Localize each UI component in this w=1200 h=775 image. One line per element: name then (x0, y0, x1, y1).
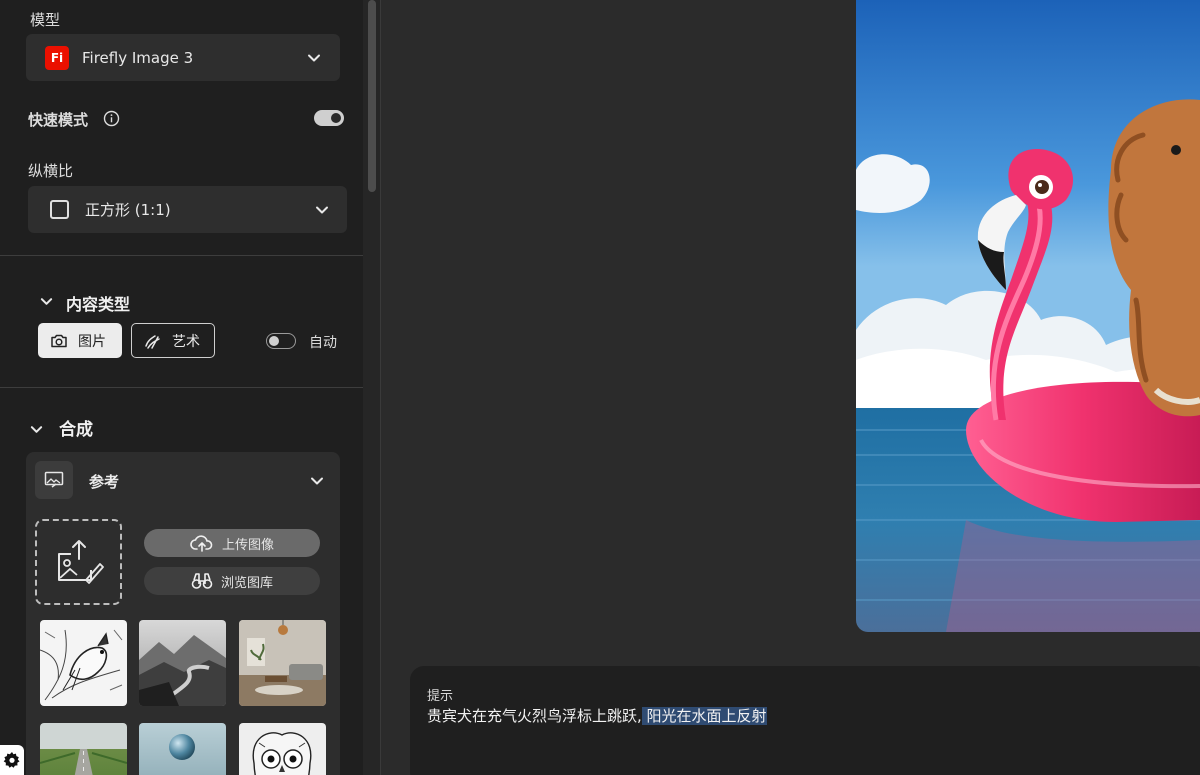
chevron-down-icon[interactable] (30, 423, 43, 436)
firefly-logo-icon: Fi (45, 45, 69, 70)
thumbnail-owl-sketch[interactable] (239, 723, 326, 775)
divider (0, 387, 363, 388)
aspect-ratio-label: 纵横比 (28, 162, 74, 180)
prompt-panel: 提示 贵宾犬在充气火烈鸟浮标上跳跃, 阳光在水面上反射 (410, 666, 1200, 775)
chevron-down-icon (308, 54, 320, 62)
sidebar: 模型 Fi Firefly Image 3 快速模式 纵横比 正方形 (1:1)… (0, 0, 363, 775)
toggle-knob (331, 113, 341, 123)
auto-toggle[interactable] (266, 333, 296, 349)
chevron-down-icon[interactable] (40, 295, 53, 308)
browse-gallery-label: 浏览图库 (220, 575, 273, 591)
upload-image-button[interactable]: 上传图像 (144, 529, 320, 557)
sidebar-scrollbar[interactable] (363, 0, 381, 775)
info-icon[interactable] (103, 110, 120, 127)
image-upload-icon (57, 540, 104, 584)
auto-label: 自动 (309, 335, 337, 351)
settings-button[interactable] (0, 745, 24, 775)
thumbnail-sketch-bird[interactable] (40, 620, 127, 706)
art-button-label: 艺术 (172, 333, 200, 350)
content-type-art-button[interactable]: 艺术 (131, 323, 215, 358)
chevron-down-icon[interactable] (310, 474, 324, 488)
model-label: 模型 (30, 11, 61, 29)
reference-icon (35, 461, 73, 499)
upload-image-label: 上传图像 (221, 537, 274, 553)
art-brush-icon (145, 334, 160, 349)
model-dropdown[interactable]: Fi Firefly Image 3 (26, 34, 340, 81)
toggle-knob (269, 335, 279, 346)
prompt-text: 贵宾犬在充气火烈鸟浮标上跳跃, (427, 707, 642, 725)
camera-icon (51, 334, 67, 347)
thumbnail-green-road[interactable] (40, 723, 127, 775)
reference-label: 参考 (89, 473, 120, 491)
photo-button-label: 图片 (78, 333, 106, 350)
cloud-upload-icon (190, 535, 213, 552)
scrollbar-thumb[interactable] (368, 0, 376, 192)
prompt-text-selected: 阳光在水面上反射 (641, 707, 767, 725)
upload-dropzone[interactable] (35, 519, 122, 605)
prompt-label: 提示 (427, 689, 454, 704)
gear-icon (3, 752, 20, 768)
thumbnail-misty-mountains[interactable] (139, 620, 226, 706)
divider (0, 255, 363, 256)
thumbnail-living-room[interactable] (239, 620, 326, 706)
browse-gallery-button[interactable]: 浏览图库 (144, 567, 320, 595)
binoculars-icon (191, 573, 213, 589)
content-type-heading: 内容类型 (66, 295, 131, 314)
generated-image[interactable] (856, 0, 1200, 632)
aspect-ratio-dropdown[interactable]: 正方形 (1:1) (28, 186, 347, 233)
composition-heading: 合成 (59, 420, 93, 440)
fast-mode-label: 快速模式 (28, 111, 89, 129)
square-ratio-icon (50, 200, 69, 219)
reference-card: 参考 上传图像 浏览图库 (26, 452, 340, 775)
aspect-ratio-selected-value: 正方形 (1:1) (85, 201, 171, 219)
model-selected-value: Firefly Image 3 (82, 48, 194, 67)
prompt-input[interactable]: 贵宾犬在充气火烈鸟浮标上跳跃, 阳光在水面上反射 (427, 705, 767, 726)
thumbnail-blue-sphere[interactable] (139, 723, 226, 775)
chevron-down-icon (316, 206, 328, 214)
fast-mode-toggle[interactable] (314, 110, 344, 126)
content-type-photo-button[interactable]: 图片 (38, 323, 122, 358)
